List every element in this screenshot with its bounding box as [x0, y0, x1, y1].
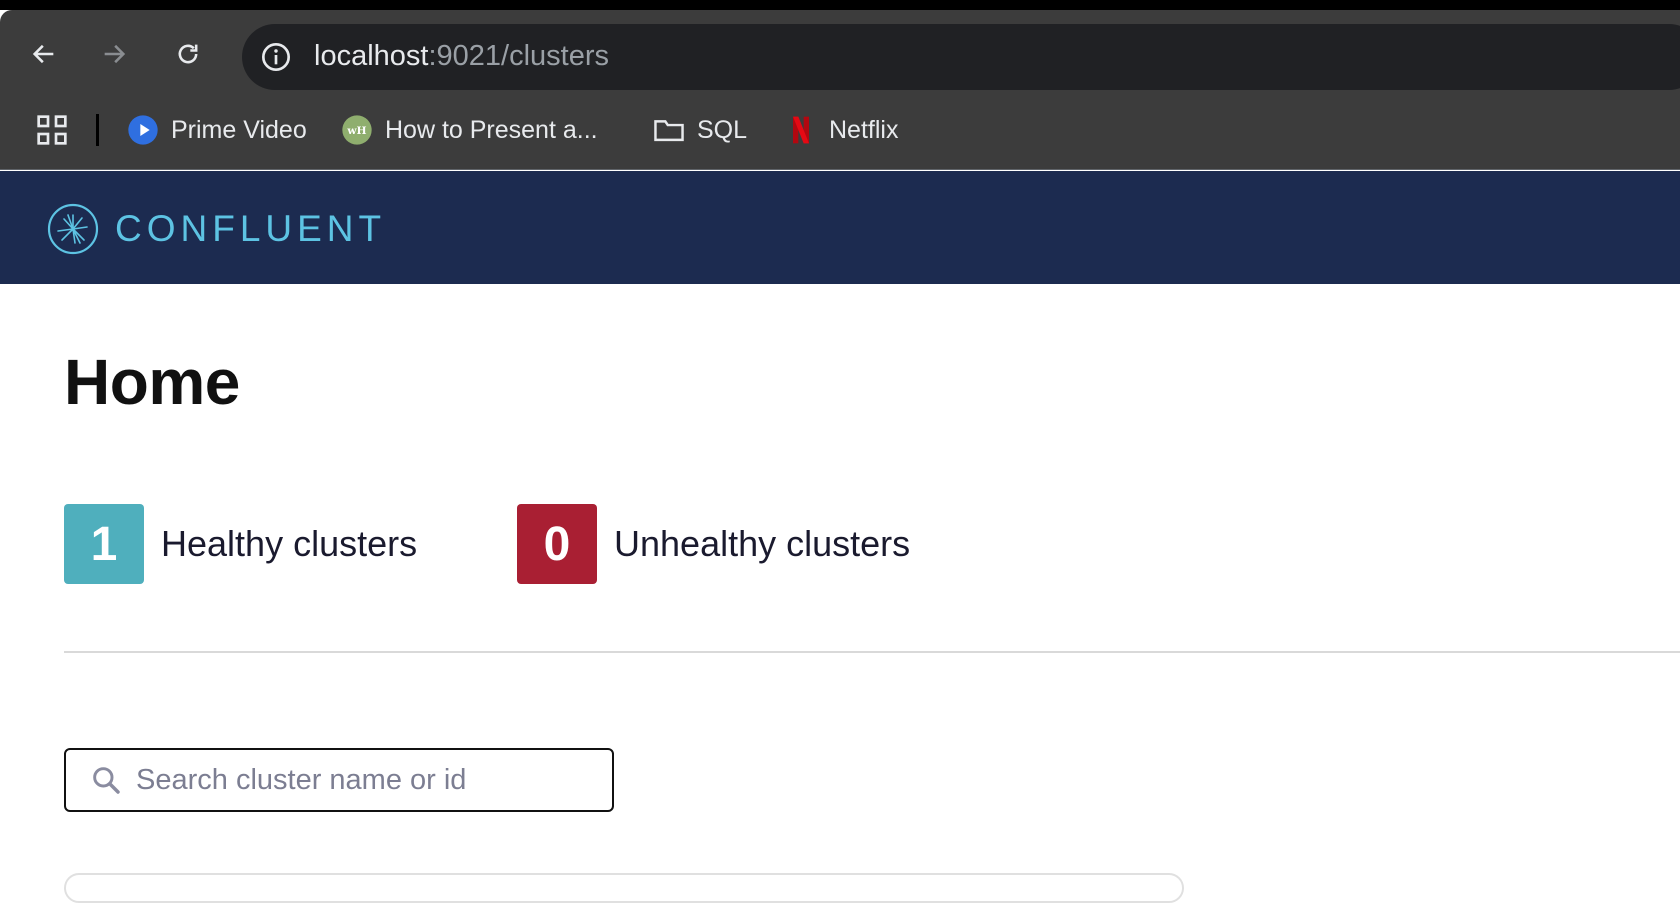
confluent-wordmark[interactable]: CONFLUENT [115, 208, 386, 250]
forward-button[interactable] [94, 34, 134, 74]
address-bar[interactable]: localhost:9021/clusters [242, 24, 1680, 90]
unhealthy-count-badge: 0 [517, 504, 597, 584]
url-path: :9021/clusters [428, 40, 610, 72]
wh-site-icon: wH [341, 114, 373, 146]
bookmark-label: How to Present a... [385, 115, 598, 144]
cluster-card[interactable] [64, 873, 1184, 903]
reload-icon [178, 44, 198, 64]
healthy-clusters-stat[interactable]: 1 Healthy clusters [64, 504, 417, 584]
folder-icon [653, 114, 685, 146]
section-divider [64, 651, 1680, 653]
unhealthy-clusters-label: Unhealthy clusters [614, 523, 911, 564]
bookmark-how-to-present[interactable]: wH How to Present a... [341, 90, 598, 170]
healthy-count-badge: 1 [64, 504, 144, 584]
reload-button[interactable] [168, 34, 208, 74]
svg-text:wH: wH [346, 124, 366, 137]
bookmarks-bar: Prime Video wH How to Present a... SQL N… [0, 90, 1680, 170]
window-top-edge [0, 0, 1680, 10]
healthy-clusters-label: Healthy clusters [161, 523, 418, 564]
url-text[interactable]: localhost:9021/clusters [314, 40, 609, 73]
browser-toolbar: localhost:9021/clusters [0, 10, 1680, 90]
info-icon[interactable] [260, 41, 292, 73]
apps-grid-icon[interactable] [36, 114, 68, 146]
app-header: CONFLUENT [0, 171, 1680, 284]
unhealthy-clusters-stat[interactable]: 0 Unhealthy clusters [517, 504, 910, 584]
bookmark-folder-sql[interactable]: SQL [653, 90, 747, 170]
prime-video-icon [127, 114, 159, 146]
bookmark-label: Prime Video [171, 115, 307, 144]
arrow-right-icon [104, 44, 126, 64]
back-button[interactable] [24, 34, 64, 74]
bookmarks-separator [96, 114, 99, 146]
search-input[interactable] [136, 763, 596, 797]
bookmark-label: SQL [697, 115, 748, 144]
bookmark-prime-video[interactable]: Prime Video [127, 90, 307, 170]
confluent-logo-icon[interactable] [47, 203, 99, 255]
url-host: localhost [314, 40, 429, 72]
bookmark-label: Netflix [829, 115, 899, 144]
page-title: Home [64, 346, 240, 418]
bookmark-netflix[interactable]: Netflix [785, 90, 898, 170]
search-icon [93, 767, 120, 794]
arrow-left-icon [32, 44, 54, 64]
cluster-search-box[interactable] [64, 748, 614, 812]
netflix-icon [785, 114, 817, 146]
